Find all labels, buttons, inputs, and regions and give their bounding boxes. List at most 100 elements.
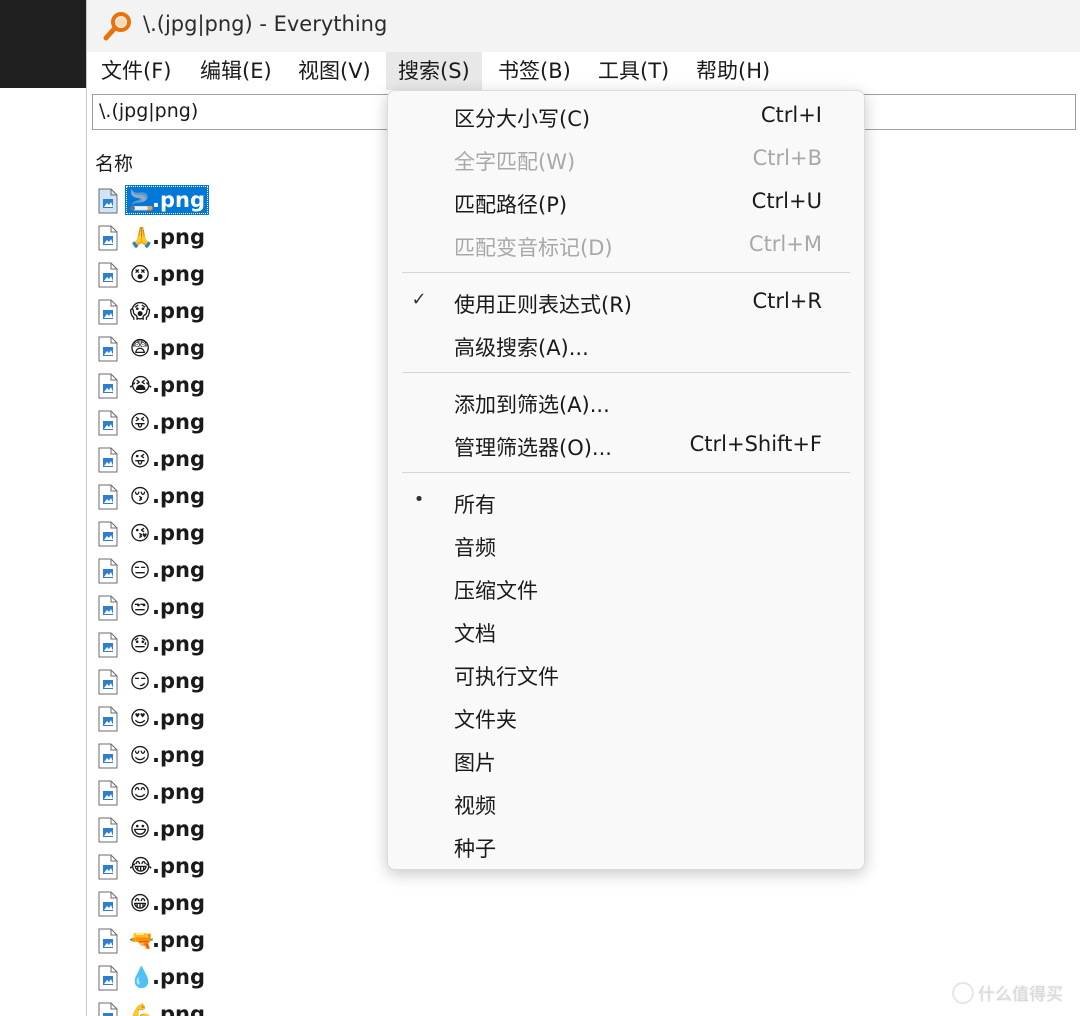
menu-item-label: 可执行文件 bbox=[454, 665, 559, 689]
file-extension: .png bbox=[152, 558, 205, 582]
menu-view[interactable]: 视图(V) bbox=[286, 52, 383, 90]
file-extension: .png bbox=[152, 817, 205, 841]
file-extension: .png bbox=[152, 780, 205, 804]
menu-item-filter[interactable]: 可执行文件 bbox=[388, 653, 864, 693]
file-extension: .png bbox=[152, 521, 205, 545]
menu-item-filter[interactable]: 压缩文件 bbox=[388, 567, 864, 607]
file-extension: .png bbox=[152, 484, 205, 508]
menu-item-match-diacritics: 匹配变音标记(D) Ctrl+M bbox=[388, 224, 864, 264]
watermark: 什么值得买 bbox=[952, 980, 1076, 1008]
file-emoji: 😱 bbox=[129, 299, 151, 323]
menu-item-organize-filters[interactable]: 管理筛选器(O)... Ctrl+Shift+F bbox=[388, 424, 864, 464]
menu-item-filter[interactable]: 音频 bbox=[388, 524, 864, 564]
menu-item-label: 所有 bbox=[454, 493, 496, 517]
menu-item-filter[interactable]: 图片 bbox=[388, 739, 864, 779]
file-extension: .png bbox=[152, 632, 205, 656]
menu-help[interactable]: 帮助(H) bbox=[684, 52, 782, 90]
file-emoji: 😌 bbox=[129, 743, 151, 767]
file-name: 😝.png bbox=[125, 407, 209, 437]
image-file-icon bbox=[98, 558, 118, 584]
menu-file[interactable]: 文件(F) bbox=[89, 52, 183, 90]
menu-item-label: 高级搜索(A)... bbox=[454, 336, 589, 360]
image-file-icon bbox=[98, 521, 118, 547]
image-file-icon bbox=[98, 817, 118, 843]
menu-item-label: 压缩文件 bbox=[454, 579, 538, 603]
file-emoji: 😭 bbox=[129, 373, 153, 397]
menu-item-match-case[interactable]: 区分大小写(C) Ctrl+I bbox=[388, 95, 864, 135]
file-emoji: 😏 bbox=[129, 669, 151, 693]
image-file-icon bbox=[98, 447, 118, 473]
menu-item-add-to-filters[interactable]: 添加到筛选(A)... bbox=[388, 381, 864, 421]
menu-item-label: 种子 bbox=[454, 837, 496, 861]
file-emoji: 💪 bbox=[129, 1002, 154, 1016]
file-emoji: 😜 bbox=[129, 447, 151, 471]
menu-item-filter[interactable]: 文档 bbox=[388, 610, 864, 650]
file-name: 😘.png bbox=[125, 518, 209, 548]
file-emoji: 🙏 bbox=[129, 225, 154, 249]
menu-bar: 文件(F) 编辑(E) 视图(V) 搜索(S) 书签(B) 工具(T) 帮助(H… bbox=[87, 52, 1080, 90]
search-menu-dropdown: 区分大小写(C) Ctrl+I 全字匹配(W) Ctrl+B 匹配路径(P) C… bbox=[387, 90, 865, 870]
desktop-dark-area bbox=[0, 0, 86, 88]
file-extension: .png bbox=[152, 743, 205, 767]
image-file-icon bbox=[98, 891, 118, 917]
file-emoji: 💧 bbox=[129, 965, 154, 989]
watermark-logo-icon bbox=[952, 981, 974, 1004]
menu-item-shortcut: Ctrl+M bbox=[748, 232, 822, 256]
image-file-icon bbox=[98, 743, 118, 769]
file-extension: .png bbox=[152, 188, 205, 212]
file-list-row[interactable]: 💧.png bbox=[87, 959, 687, 996]
file-extension: .png bbox=[152, 225, 205, 249]
file-extension: .png bbox=[152, 373, 205, 397]
image-file-icon bbox=[98, 965, 118, 991]
file-name: 😭.png bbox=[125, 370, 209, 400]
file-extension: .png bbox=[152, 1002, 205, 1016]
file-emoji: 😍 bbox=[129, 706, 151, 730]
file-extension: .png bbox=[152, 410, 205, 434]
image-file-icon bbox=[98, 262, 118, 288]
image-file-icon bbox=[98, 336, 118, 362]
menu-bookmarks[interactable]: 书签(B) bbox=[486, 52, 583, 90]
image-file-icon bbox=[98, 225, 118, 251]
menu-tools[interactable]: 工具(T) bbox=[586, 52, 681, 90]
file-list-row[interactable]: 😁.png bbox=[87, 885, 687, 922]
menu-search[interactable]: 搜索(S) bbox=[386, 52, 482, 90]
watermark-text: 什么值得买 bbox=[978, 985, 1063, 1005]
title-bar[interactable]: \.(jpg|png) - Everything bbox=[87, 0, 1080, 52]
menu-item-use-regex[interactable]: ✓ 使用正则表达式(R) Ctrl+R bbox=[388, 281, 864, 321]
bullet-icon: • bbox=[413, 489, 425, 510]
menu-item-filter[interactable]: 种子 bbox=[388, 825, 864, 865]
file-emoji: 😃 bbox=[129, 817, 151, 841]
menu-item-filter[interactable]: • 所有 bbox=[388, 481, 864, 521]
file-extension: .png bbox=[152, 336, 205, 360]
file-name: 😃.png bbox=[125, 814, 209, 844]
file-list-row[interactable]: 💪.png bbox=[87, 996, 687, 1016]
image-file-icon bbox=[98, 484, 118, 510]
file-name: 😂.png bbox=[125, 851, 209, 881]
file-emoji: 🚬 bbox=[129, 188, 154, 212]
column-header-name[interactable]: 名称 bbox=[95, 149, 133, 176]
file-name: 😏.png bbox=[125, 666, 209, 696]
menu-item-shortcut: Ctrl+R bbox=[752, 289, 822, 313]
menu-edit[interactable]: 编辑(E) bbox=[188, 52, 284, 90]
file-name: 😱.png bbox=[125, 296, 209, 326]
desktop-background bbox=[0, 0, 86, 1016]
file-emoji: 😚 bbox=[129, 484, 151, 508]
menu-item-label: 文档 bbox=[454, 622, 496, 646]
menu-item-match-path[interactable]: 匹配路径(P) Ctrl+U bbox=[388, 181, 864, 221]
file-list-row[interactable]: 🔫.png bbox=[87, 922, 687, 959]
menu-item-filter[interactable]: 视频 bbox=[388, 782, 864, 822]
file-name: 😒.png bbox=[125, 592, 209, 622]
file-emoji: 😁 bbox=[129, 891, 151, 915]
file-extension: .png bbox=[152, 447, 205, 471]
image-file-icon bbox=[98, 595, 118, 621]
file-name: 😚.png bbox=[125, 481, 209, 511]
menu-item-filter[interactable]: 文件夹 bbox=[388, 696, 864, 736]
file-name: 😵.png bbox=[125, 259, 209, 289]
image-file-icon bbox=[98, 780, 118, 806]
file-name: 😌.png bbox=[125, 740, 209, 770]
menu-item-label: 文件夹 bbox=[454, 708, 517, 732]
file-name: 😑.png bbox=[125, 555, 209, 585]
menu-item-label: 添加到筛选(A)... bbox=[454, 393, 610, 417]
file-emoji: 🔫 bbox=[129, 928, 154, 952]
menu-item-advanced-search[interactable]: 高级搜索(A)... bbox=[388, 324, 864, 364]
